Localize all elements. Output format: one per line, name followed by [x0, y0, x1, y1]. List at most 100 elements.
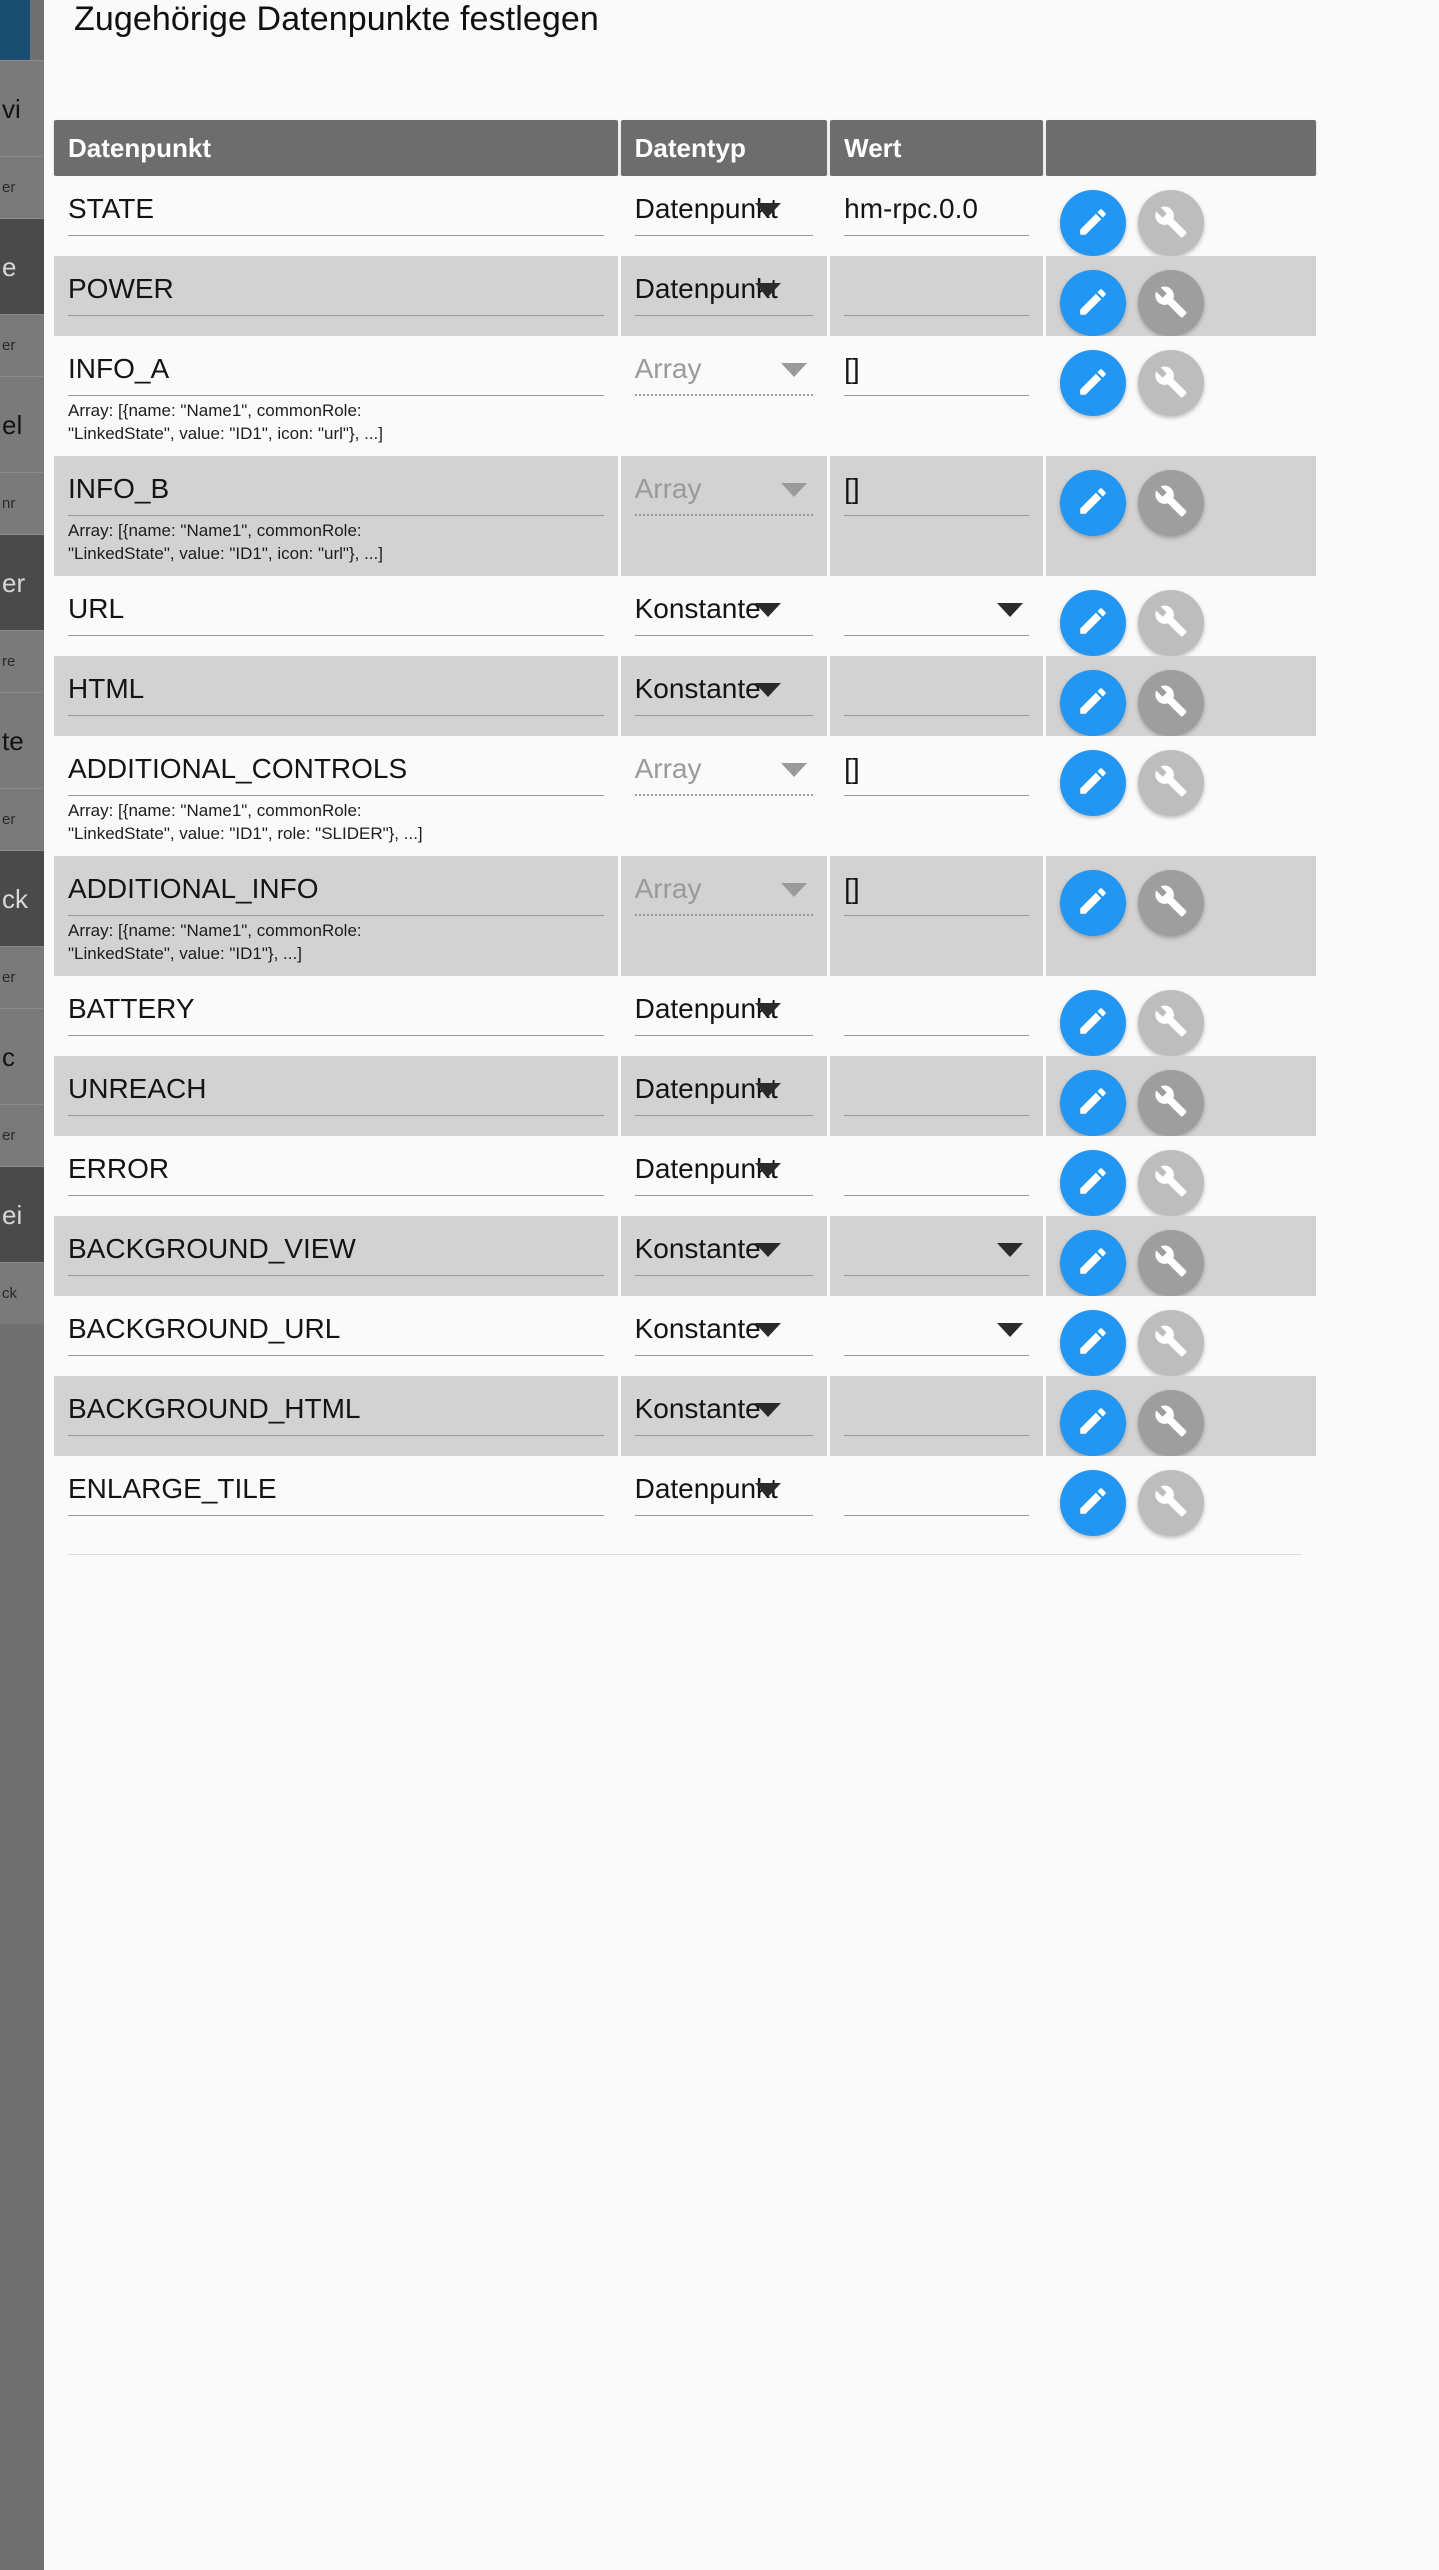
- datatype-select[interactable]: Array: [634, 336, 814, 402]
- value-input[interactable]: []: [844, 736, 1029, 802]
- datapoint-assignment-dialog: Zugehörige Datenpunkte festlegen Datenpu…: [44, 0, 1439, 2570]
- settings-button[interactable]: [1137, 589, 1204, 656]
- settings-button[interactable]: [1137, 1309, 1204, 1376]
- datapoint-name-input[interactable]: ADDITIONAL_CONTROLS: [68, 736, 604, 802]
- datapoint-name-text: BACKGROUND_HTML: [68, 1392, 361, 1424]
- settings-button[interactable]: [1137, 669, 1204, 736]
- cell-datapoint: UNREACH: [54, 1055, 618, 1136]
- input-underline: [68, 1114, 604, 1116]
- value-select[interactable]: [844, 1296, 1029, 1362]
- cell-datapoint: BACKGROUND_URL: [54, 1295, 618, 1376]
- datapoint-name-input[interactable]: INFO_B: [68, 456, 604, 522]
- datatype-select[interactable]: Datenpunkt: [634, 256, 814, 322]
- value-select[interactable]: [844, 1216, 1029, 1282]
- edit-button[interactable]: [1059, 1069, 1126, 1136]
- value-input[interactable]: [844, 256, 1029, 322]
- wrench-icon: [1154, 285, 1188, 322]
- settings-button[interactable]: [1137, 749, 1204, 816]
- edit-button[interactable]: [1059, 1389, 1126, 1456]
- datapoint-name-input[interactable]: BACKGROUND_HTML: [68, 1376, 604, 1442]
- input-underline: [844, 315, 1029, 316]
- input-underline: [844, 1034, 1029, 1036]
- value-input[interactable]: [844, 976, 1029, 1042]
- datapoint-name-input[interactable]: URL: [68, 576, 604, 642]
- settings-button[interactable]: [1137, 1069, 1204, 1136]
- value-input[interactable]: []: [844, 456, 1029, 522]
- datapoint-hint-text: Array: [{name: "Name1", commonRole: "Lin…: [68, 920, 362, 963]
- datatype-select[interactable]: Datenpunkt: [634, 1136, 814, 1202]
- edit-button[interactable]: [1059, 270, 1126, 336]
- datatype-select[interactable]: Datenpunkt: [634, 1456, 814, 1522]
- datatype-select[interactable]: Konstante: [634, 576, 814, 642]
- datapoint-name-text: ADDITIONAL_INFO: [68, 872, 319, 904]
- chevron-down-icon: [754, 682, 781, 697]
- datapoint-name-input[interactable]: HTML: [68, 656, 604, 722]
- settings-button[interactable]: [1137, 1149, 1204, 1216]
- datapoint-name-input[interactable]: ADDITIONAL_INFO: [68, 856, 604, 922]
- value-input[interactable]: [844, 1376, 1029, 1442]
- cell-actions: [1045, 1135, 1316, 1216]
- value-select[interactable]: [844, 576, 1029, 642]
- settings-button[interactable]: [1137, 270, 1204, 336]
- datapoint-name-text: BATTERY: [68, 992, 195, 1024]
- datapoint-name-input[interactable]: ENLARGE_TILE: [68, 1456, 604, 1522]
- value-input[interactable]: []: [844, 856, 1029, 922]
- datatype-select[interactable]: Konstante: [634, 1296, 814, 1362]
- wrench-icon: [1154, 884, 1188, 921]
- datapoint-name-input[interactable]: BATTERY: [68, 976, 604, 1042]
- edit-button[interactable]: [1059, 669, 1126, 736]
- value-input[interactable]: [844, 1456, 1029, 1522]
- settings-button[interactable]: [1137, 1469, 1204, 1536]
- input-underline: [634, 1194, 814, 1196]
- value-input[interactable]: [844, 656, 1029, 722]
- cell-actions: [1045, 1295, 1316, 1376]
- edit-button[interactable]: [1059, 1469, 1126, 1536]
- datatype-select[interactable]: Datenpunkt: [634, 1056, 814, 1122]
- datatype-select[interactable]: Array: [634, 456, 814, 522]
- edit-button[interactable]: [1059, 469, 1126, 536]
- settings-button[interactable]: [1137, 869, 1204, 936]
- edit-button[interactable]: [1059, 589, 1126, 656]
- table-bottom-divider: [68, 1553, 1302, 1555]
- chevron-down-icon: [996, 1322, 1023, 1337]
- datatype-select[interactable]: Array: [634, 856, 814, 922]
- value-input[interactable]: hm-rpc.0.0: [844, 176, 1029, 242]
- edit-button[interactable]: [1059, 989, 1126, 1056]
- edit-button[interactable]: [1059, 350, 1126, 416]
- table-row: UNREACH Datenpunkt: [54, 1055, 1316, 1136]
- datatype-select[interactable]: Konstante: [634, 1376, 814, 1442]
- datapoint-name-input[interactable]: BACKGROUND_URL: [68, 1296, 604, 1362]
- datapoint-name-input[interactable]: INFO_A: [68, 336, 604, 402]
- cell-actions: [1045, 1455, 1316, 1536]
- datatype-select[interactable]: Datenpunkt: [634, 176, 814, 242]
- value-input[interactable]: [844, 1136, 1029, 1202]
- table-row: ADDITIONAL_INFO Array: [{name: "Name1", c…: [54, 855, 1316, 976]
- datatype-select[interactable]: Array: [634, 736, 814, 802]
- datapoint-name-input[interactable]: STATE: [68, 176, 604, 242]
- datatype-select-value: Array: [634, 752, 702, 784]
- datatype-select[interactable]: Konstante: [634, 656, 814, 722]
- settings-button[interactable]: [1137, 1229, 1204, 1296]
- datapoint-name-input[interactable]: POWER: [68, 256, 604, 322]
- settings-button[interactable]: [1137, 1389, 1204, 1456]
- edit-button[interactable]: [1059, 749, 1126, 816]
- settings-button[interactable]: [1137, 469, 1204, 536]
- edit-button[interactable]: [1059, 869, 1126, 936]
- settings-button[interactable]: [1137, 190, 1204, 256]
- datatype-select[interactable]: Konstante: [634, 1216, 814, 1282]
- edit-button[interactable]: [1059, 1229, 1126, 1296]
- settings-button[interactable]: [1137, 350, 1204, 416]
- datapoint-name-input[interactable]: BACKGROUND_VIEW: [68, 1216, 604, 1282]
- datatype-select[interactable]: Datenpunkt: [634, 976, 814, 1042]
- edit-button[interactable]: [1059, 1149, 1126, 1216]
- value-input[interactable]: []: [844, 336, 1029, 402]
- value-input[interactable]: [844, 1056, 1029, 1122]
- datapoint-name-input[interactable]: ERROR: [68, 1136, 604, 1202]
- settings-button[interactable]: [1137, 989, 1204, 1056]
- chevron-down-icon: [754, 1162, 781, 1177]
- edit-button[interactable]: [1059, 190, 1126, 256]
- datapoint-name-input[interactable]: UNREACH: [68, 1056, 604, 1122]
- edit-button[interactable]: [1059, 1309, 1126, 1376]
- table-row: STATE Datenpunkt hm-rpc.0.0: [54, 176, 1316, 256]
- cell-actions: [1045, 1055, 1316, 1136]
